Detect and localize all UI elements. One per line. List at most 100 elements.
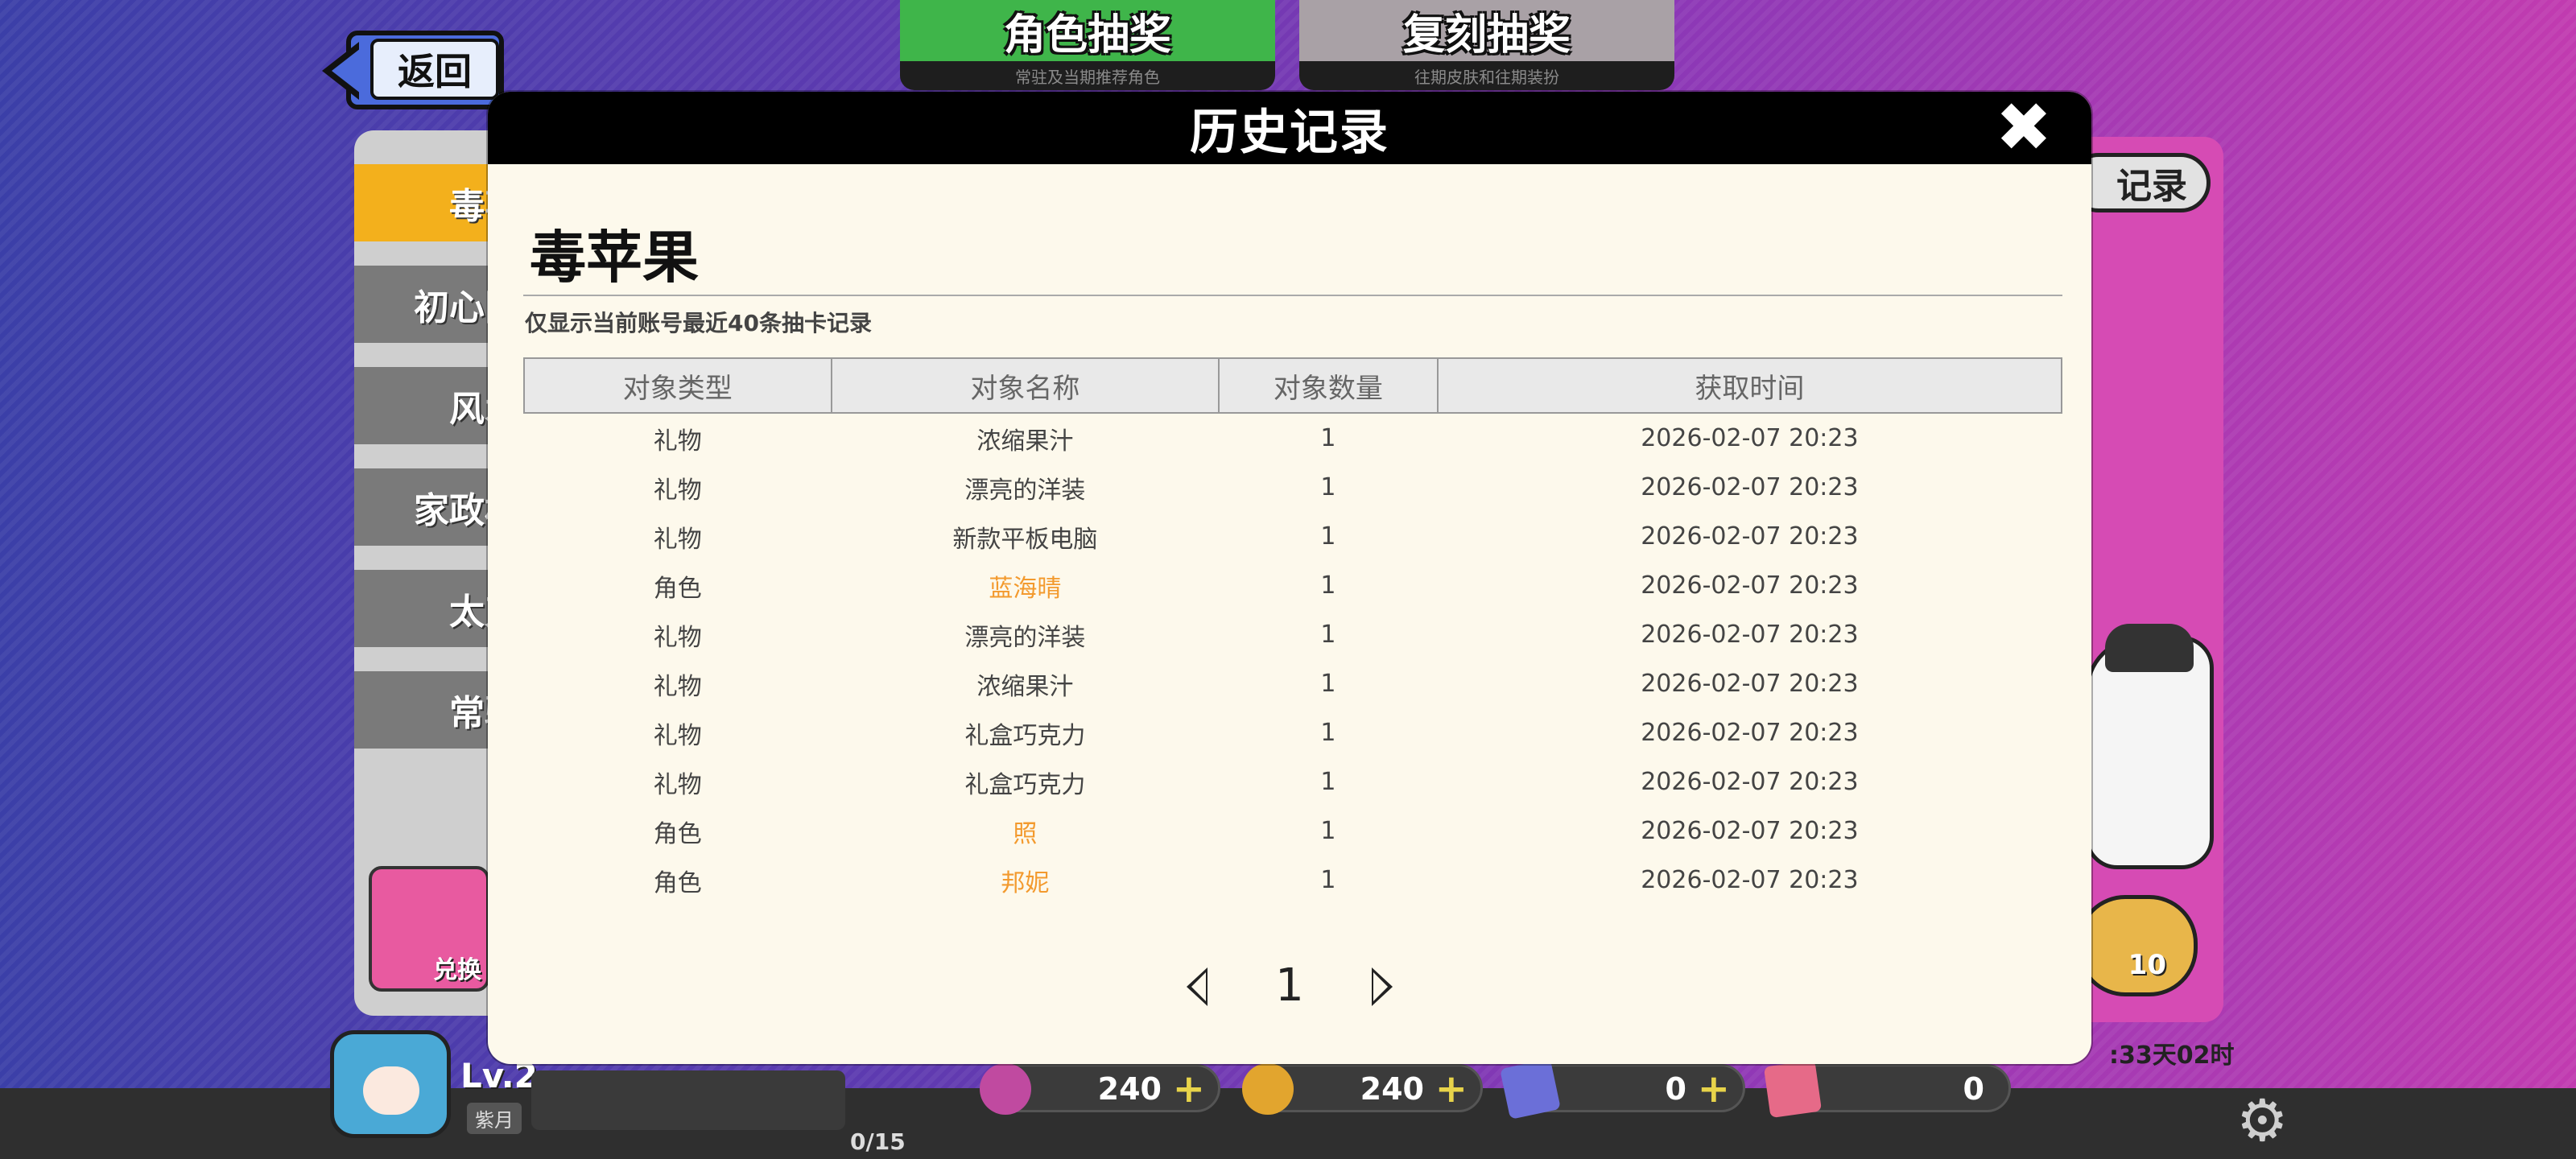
record-label: 记录 <box>2116 166 2187 207</box>
currency-value: 0 <box>1665 1071 1686 1107</box>
currency-value: 0 <box>1963 1071 1984 1107</box>
player-avatar[interactable] <box>330 1030 451 1138</box>
cell-qty: 1 <box>1320 866 1336 894</box>
disc-pink-icon <box>980 1063 1031 1115</box>
ticket-pink-icon <box>1763 1059 1823 1119</box>
tab-title: 角色抽奖 <box>900 0 1275 61</box>
disc-gold-icon <box>1242 1063 1294 1115</box>
cell-qty: 1 <box>1320 817 1336 845</box>
add-currency-button[interactable]: + <box>1173 1066 1205 1112</box>
history-table: 对象类型 对象名称 对象数量 获取时间 礼物 浓缩果汁 1 2026-02-07 20… <box>523 357 2063 905</box>
cell-name: 照 <box>1013 819 1038 848</box>
prev-page-button[interactable] <box>1170 961 1219 1009</box>
character-art <box>2085 624 2214 869</box>
back-button[interactable]: 返回 <box>322 31 504 109</box>
table-row: 角色 蓝海晴 1 2026-02-07 20:23 <box>524 561 2062 610</box>
cell-time: 2026-02-07 20:23 <box>1641 719 1859 747</box>
cell-time: 2026-02-07 20:23 <box>1641 424 1859 452</box>
cell-time: 2026-02-07 20:23 <box>1641 768 1859 796</box>
modal-header: 历史记录 ✖ <box>488 92 2091 164</box>
cell-time: 2026-02-07 20:23 <box>1641 473 1859 501</box>
cell-type: 礼物 <box>653 525 702 554</box>
cell-qty: 1 <box>1320 768 1336 796</box>
exchange-label: 兑换 <box>433 956 481 984</box>
cell-name: 礼盒巧克力 <box>964 770 1086 799</box>
gear-icon[interactable]: ⚙ <box>2236 1091 2294 1149</box>
history-modal: 历史记录 ✖ 毒苹果 仅显示当前账号最近40条抽卡记录 对象类型 对象名称 对象… <box>488 92 2091 1064</box>
draw-ten-button[interactable]: 10 <box>2077 895 2198 996</box>
table-row: 礼物 新款平板电脑 1 2026-02-07 20:23 <box>524 512 2062 561</box>
add-currency-button[interactable]: + <box>1698 1066 1730 1112</box>
chevron-left-icon <box>1187 967 1208 1006</box>
currency-value: 240 <box>1097 1071 1162 1107</box>
table-row: 角色 邦妮 1 2026-02-07 20:23 <box>524 856 2062 905</box>
cell-type: 礼物 <box>653 672 702 701</box>
cell-name: 浓缩果汁 <box>976 672 1074 701</box>
cell-time: 2026-02-07 20:23 <box>1641 866 1859 894</box>
cell-name: 浓缩果汁 <box>976 427 1074 456</box>
cell-type: 礼物 <box>653 770 702 799</box>
cell-name: 漂亮的洋装 <box>964 476 1086 505</box>
column-header-type: 对象类型 <box>523 357 832 414</box>
table-row: 礼物 礼盒巧克力 1 2026-02-07 20:23 <box>524 757 2062 806</box>
divider <box>523 295 2062 296</box>
cell-qty: 1 <box>1320 719 1336 747</box>
cell-qty: 1 <box>1320 424 1336 452</box>
tab-title: 复刻抽奖 <box>1299 0 1674 61</box>
currency-ticket-blue: 0 + <box>1500 1058 1745 1120</box>
cell-qty: 1 <box>1320 571 1336 600</box>
cell-time: 2026-02-07 20:23 <box>1641 817 1859 845</box>
chevron-right-icon <box>1371 967 1393 1006</box>
page-number: 1 <box>1275 959 1304 1012</box>
banner-timer: :33天02时 <box>2109 1041 2235 1070</box>
pagination: 1 <box>488 953 2091 1017</box>
tab-rerun-gacha[interactable]: 复刻抽奖 往期皮肤和往期装扮 <box>1299 0 1674 90</box>
table-row: 礼物 礼盒巧克力 1 2026-02-07 20:23 <box>524 708 2062 757</box>
table-row: 礼物 浓缩果汁 1 2026-02-07 20:23 <box>524 413 2062 463</box>
player-xp: 0/15 <box>850 1128 906 1155</box>
table-header-row: 对象类型 对象名称 对象数量 获取时间 <box>523 357 2063 414</box>
tab-subtitle: 常驻及当期推荐角色 <box>900 61 1275 90</box>
close-icon[interactable]: ✖ <box>1993 93 2054 161</box>
ticket-blue-icon <box>1500 1058 1561 1120</box>
add-currency-button[interactable]: + <box>1435 1066 1468 1112</box>
pool-name: 毒苹果 <box>530 225 699 291</box>
currency-value: 240 <box>1360 1071 1424 1107</box>
cell-type: 礼物 <box>653 476 702 505</box>
cell-name: 新款平板电脑 <box>952 525 1098 554</box>
player-name-bar <box>531 1070 845 1130</box>
history-notice: 仅显示当前账号最近40条抽卡记录 <box>525 310 872 336</box>
cell-name: 漂亮的洋装 <box>964 623 1086 652</box>
table-row: 角色 照 1 2026-02-07 20:23 <box>524 806 2062 856</box>
table-row: 礼物 漂亮的洋装 1 2026-02-07 20:23 <box>524 610 2062 659</box>
cell-type: 礼物 <box>653 721 702 750</box>
modal-title: 历史记录 <box>1190 104 1389 161</box>
column-header-time: 获取时间 <box>1436 357 2063 414</box>
next-page-button[interactable] <box>1360 961 1409 1009</box>
table-row: 礼物 浓缩果汁 1 2026-02-07 20:23 <box>524 659 2062 708</box>
cell-type: 角色 <box>653 868 702 897</box>
cell-name: 蓝海晴 <box>989 574 1062 603</box>
currency-disc-pink: 240 + <box>980 1063 1220 1115</box>
tab-subtitle: 往期皮肤和往期装扮 <box>1299 61 1674 90</box>
exchange-button[interactable]: 兑换 <box>369 866 489 992</box>
draw-ten-count: 10 <box>2128 949 2166 981</box>
cell-time: 2026-02-07 20:23 <box>1641 571 1859 600</box>
cell-type: 礼物 <box>653 427 702 456</box>
currency-disc-gold: 240 + <box>1242 1063 1483 1115</box>
cell-name: 礼盒巧克力 <box>964 721 1086 750</box>
back-label: 返回 <box>370 39 499 100</box>
cell-time: 2026-02-07 20:23 <box>1641 621 1859 649</box>
column-header-name: 对象名称 <box>830 357 1220 414</box>
tab-character-gacha[interactable]: 角色抽奖 常驻及当期推荐角色 <box>900 0 1275 90</box>
cell-type: 角色 <box>653 819 702 848</box>
cell-qty: 1 <box>1320 473 1336 501</box>
cell-qty: 1 <box>1320 621 1336 649</box>
cell-name: 邦妮 <box>1001 868 1050 897</box>
cell-time: 2026-02-07 20:23 <box>1641 522 1859 551</box>
cell-qty: 1 <box>1320 670 1336 698</box>
player-tag: 紫月 <box>467 1103 522 1134</box>
currency-ticket-pink: 0 <box>1763 1059 2011 1119</box>
cell-type: 角色 <box>653 574 702 603</box>
cell-qty: 1 <box>1320 522 1336 551</box>
